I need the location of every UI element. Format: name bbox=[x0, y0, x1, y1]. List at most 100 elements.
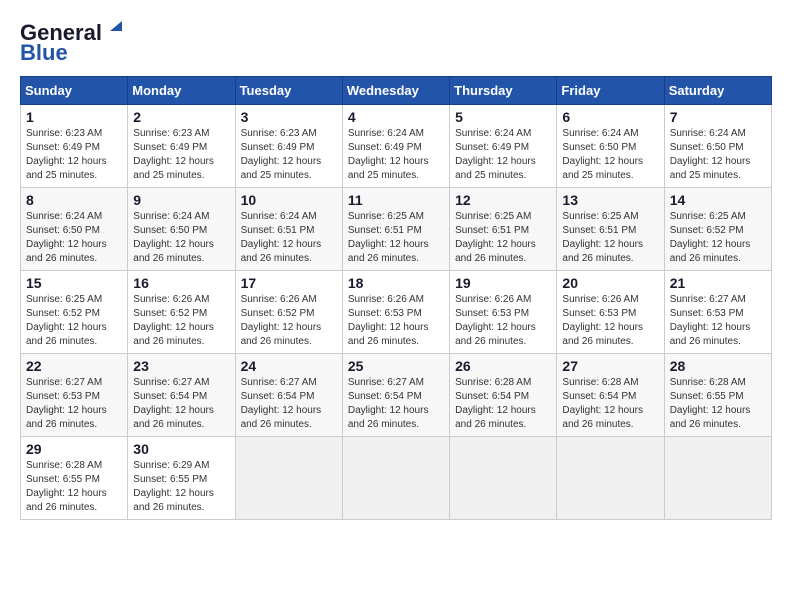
calendar-cell: 20 Sunrise: 6:26 AMSunset: 6:53 PMDaylig… bbox=[557, 271, 664, 354]
calendar-cell: 6 Sunrise: 6:24 AMSunset: 6:50 PMDayligh… bbox=[557, 105, 664, 188]
day-info: Sunrise: 6:24 AMSunset: 6:51 PMDaylight:… bbox=[241, 211, 322, 264]
weekday-header-friday: Friday bbox=[557, 77, 664, 105]
day-number: 8 bbox=[26, 192, 122, 208]
day-number: 25 bbox=[348, 358, 444, 374]
day-number: 2 bbox=[133, 109, 229, 125]
day-info: Sunrise: 6:24 AMSunset: 6:49 PMDaylight:… bbox=[455, 128, 536, 181]
calendar-cell: 23 Sunrise: 6:27 AMSunset: 6:54 PMDaylig… bbox=[128, 354, 235, 437]
calendar-cell: 12 Sunrise: 6:25 AMSunset: 6:51 PMDaylig… bbox=[450, 188, 557, 271]
day-info: Sunrise: 6:24 AMSunset: 6:49 PMDaylight:… bbox=[348, 128, 429, 181]
day-number: 15 bbox=[26, 275, 122, 291]
day-info: Sunrise: 6:24 AMSunset: 6:50 PMDaylight:… bbox=[26, 211, 107, 264]
day-number: 29 bbox=[26, 441, 122, 457]
calendar-cell: 21 Sunrise: 6:27 AMSunset: 6:53 PMDaylig… bbox=[664, 271, 771, 354]
day-info: Sunrise: 6:25 AMSunset: 6:51 PMDaylight:… bbox=[455, 211, 536, 264]
calendar-cell: 15 Sunrise: 6:25 AMSunset: 6:52 PMDaylig… bbox=[21, 271, 128, 354]
weekday-header-tuesday: Tuesday bbox=[235, 77, 342, 105]
logo: General Blue bbox=[20, 20, 122, 66]
day-info: Sunrise: 6:27 AMSunset: 6:53 PMDaylight:… bbox=[670, 294, 751, 347]
day-number: 6 bbox=[562, 109, 658, 125]
calendar-cell: 17 Sunrise: 6:26 AMSunset: 6:52 PMDaylig… bbox=[235, 271, 342, 354]
calendar-body: 1 Sunrise: 6:23 AMSunset: 6:49 PMDayligh… bbox=[21, 105, 772, 520]
day-number: 7 bbox=[670, 109, 766, 125]
day-info: Sunrise: 6:26 AMSunset: 6:53 PMDaylight:… bbox=[455, 294, 536, 347]
calendar-week-row: 29 Sunrise: 6:28 AMSunset: 6:55 PMDaylig… bbox=[21, 437, 772, 520]
day-info: Sunrise: 6:24 AMSunset: 6:50 PMDaylight:… bbox=[133, 211, 214, 264]
calendar-cell: 1 Sunrise: 6:23 AMSunset: 6:49 PMDayligh… bbox=[21, 105, 128, 188]
day-number: 20 bbox=[562, 275, 658, 291]
weekday-header-monday: Monday bbox=[128, 77, 235, 105]
day-info: Sunrise: 6:28 AMSunset: 6:55 PMDaylight:… bbox=[670, 377, 751, 430]
logo-bird-icon bbox=[104, 21, 122, 39]
calendar-cell: 30 Sunrise: 6:29 AMSunset: 6:55 PMDaylig… bbox=[128, 437, 235, 520]
day-info: Sunrise: 6:27 AMSunset: 6:54 PMDaylight:… bbox=[348, 377, 429, 430]
day-number: 23 bbox=[133, 358, 229, 374]
calendar-cell: 10 Sunrise: 6:24 AMSunset: 6:51 PMDaylig… bbox=[235, 188, 342, 271]
day-info: Sunrise: 6:23 AMSunset: 6:49 PMDaylight:… bbox=[241, 128, 322, 181]
weekday-header-wednesday: Wednesday bbox=[342, 77, 449, 105]
calendar-cell: 25 Sunrise: 6:27 AMSunset: 6:54 PMDaylig… bbox=[342, 354, 449, 437]
day-number: 27 bbox=[562, 358, 658, 374]
calendar-cell: 13 Sunrise: 6:25 AMSunset: 6:51 PMDaylig… bbox=[557, 188, 664, 271]
day-info: Sunrise: 6:27 AMSunset: 6:53 PMDaylight:… bbox=[26, 377, 107, 430]
calendar-week-row: 22 Sunrise: 6:27 AMSunset: 6:53 PMDaylig… bbox=[21, 354, 772, 437]
calendar-week-row: 15 Sunrise: 6:25 AMSunset: 6:52 PMDaylig… bbox=[21, 271, 772, 354]
day-info: Sunrise: 6:23 AMSunset: 6:49 PMDaylight:… bbox=[26, 128, 107, 181]
day-info: Sunrise: 6:24 AMSunset: 6:50 PMDaylight:… bbox=[670, 128, 751, 181]
calendar-cell: 29 Sunrise: 6:28 AMSunset: 6:55 PMDaylig… bbox=[21, 437, 128, 520]
calendar-cell: 3 Sunrise: 6:23 AMSunset: 6:49 PMDayligh… bbox=[235, 105, 342, 188]
day-number: 5 bbox=[455, 109, 551, 125]
day-number: 1 bbox=[26, 109, 122, 125]
day-number: 21 bbox=[670, 275, 766, 291]
calendar-cell: 27 Sunrise: 6:28 AMSunset: 6:54 PMDaylig… bbox=[557, 354, 664, 437]
calendar-cell: 4 Sunrise: 6:24 AMSunset: 6:49 PMDayligh… bbox=[342, 105, 449, 188]
calendar-cell: 8 Sunrise: 6:24 AMSunset: 6:50 PMDayligh… bbox=[21, 188, 128, 271]
day-number: 28 bbox=[670, 358, 766, 374]
day-number: 24 bbox=[241, 358, 337, 374]
calendar-cell: 9 Sunrise: 6:24 AMSunset: 6:50 PMDayligh… bbox=[128, 188, 235, 271]
day-number: 3 bbox=[241, 109, 337, 125]
day-number: 9 bbox=[133, 192, 229, 208]
day-info: Sunrise: 6:23 AMSunset: 6:49 PMDaylight:… bbox=[133, 128, 214, 181]
calendar-cell bbox=[342, 437, 449, 520]
calendar-week-row: 8 Sunrise: 6:24 AMSunset: 6:50 PMDayligh… bbox=[21, 188, 772, 271]
day-info: Sunrise: 6:27 AMSunset: 6:54 PMDaylight:… bbox=[133, 377, 214, 430]
calendar-cell bbox=[235, 437, 342, 520]
day-number: 22 bbox=[26, 358, 122, 374]
calendar-cell: 24 Sunrise: 6:27 AMSunset: 6:54 PMDaylig… bbox=[235, 354, 342, 437]
logo-text-blue: Blue bbox=[20, 40, 68, 66]
day-info: Sunrise: 6:28 AMSunset: 6:54 PMDaylight:… bbox=[562, 377, 643, 430]
day-info: Sunrise: 6:25 AMSunset: 6:51 PMDaylight:… bbox=[562, 211, 643, 264]
calendar-table: SundayMondayTuesdayWednesdayThursdayFrid… bbox=[20, 76, 772, 520]
day-number: 10 bbox=[241, 192, 337, 208]
day-info: Sunrise: 6:28 AMSunset: 6:55 PMDaylight:… bbox=[26, 460, 107, 513]
page-header: General Blue bbox=[20, 20, 772, 66]
calendar-cell bbox=[450, 437, 557, 520]
day-info: Sunrise: 6:26 AMSunset: 6:52 PMDaylight:… bbox=[241, 294, 322, 347]
day-number: 19 bbox=[455, 275, 551, 291]
day-info: Sunrise: 6:25 AMSunset: 6:51 PMDaylight:… bbox=[348, 211, 429, 264]
day-info: Sunrise: 6:25 AMSunset: 6:52 PMDaylight:… bbox=[26, 294, 107, 347]
day-number: 12 bbox=[455, 192, 551, 208]
weekday-header-saturday: Saturday bbox=[664, 77, 771, 105]
calendar-cell: 22 Sunrise: 6:27 AMSunset: 6:53 PMDaylig… bbox=[21, 354, 128, 437]
calendar-cell: 2 Sunrise: 6:23 AMSunset: 6:49 PMDayligh… bbox=[128, 105, 235, 188]
day-number: 30 bbox=[133, 441, 229, 457]
day-info: Sunrise: 6:28 AMSunset: 6:54 PMDaylight:… bbox=[455, 377, 536, 430]
day-number: 26 bbox=[455, 358, 551, 374]
calendar-cell: 28 Sunrise: 6:28 AMSunset: 6:55 PMDaylig… bbox=[664, 354, 771, 437]
day-info: Sunrise: 6:26 AMSunset: 6:52 PMDaylight:… bbox=[133, 294, 214, 347]
day-number: 16 bbox=[133, 275, 229, 291]
day-info: Sunrise: 6:27 AMSunset: 6:54 PMDaylight:… bbox=[241, 377, 322, 430]
day-number: 13 bbox=[562, 192, 658, 208]
day-number: 4 bbox=[348, 109, 444, 125]
calendar-header-row: SundayMondayTuesdayWednesdayThursdayFrid… bbox=[21, 77, 772, 105]
calendar-cell: 14 Sunrise: 6:25 AMSunset: 6:52 PMDaylig… bbox=[664, 188, 771, 271]
day-number: 11 bbox=[348, 192, 444, 208]
calendar-cell bbox=[557, 437, 664, 520]
calendar-cell: 18 Sunrise: 6:26 AMSunset: 6:53 PMDaylig… bbox=[342, 271, 449, 354]
calendar-cell bbox=[664, 437, 771, 520]
calendar-cell: 26 Sunrise: 6:28 AMSunset: 6:54 PMDaylig… bbox=[450, 354, 557, 437]
day-info: Sunrise: 6:24 AMSunset: 6:50 PMDaylight:… bbox=[562, 128, 643, 181]
day-info: Sunrise: 6:29 AMSunset: 6:55 PMDaylight:… bbox=[133, 460, 214, 513]
